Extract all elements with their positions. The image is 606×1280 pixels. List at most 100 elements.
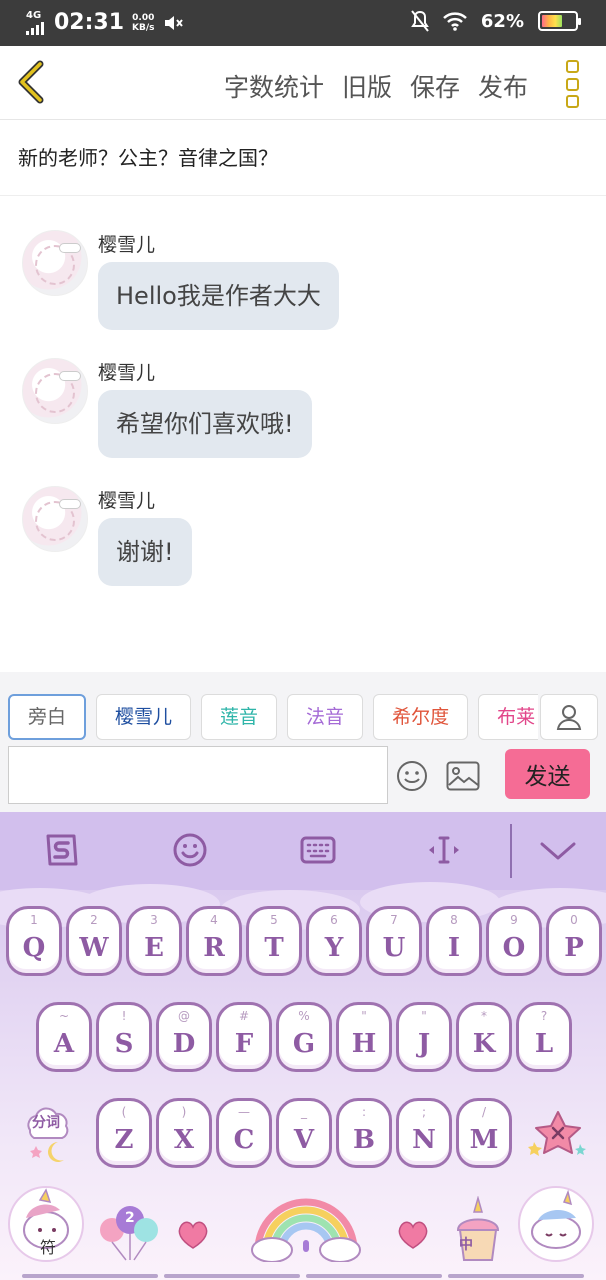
key-secondary-symbol: /: [481, 1105, 487, 1119]
key-letter: N: [412, 1125, 436, 1155]
emoji-icon[interactable]: [396, 760, 428, 792]
key-p[interactable]: 0P: [546, 906, 602, 976]
key-d[interactable]: @ D: [156, 1002, 212, 1072]
key-b[interactable]: :B: [336, 1098, 392, 1168]
role-tab-xierdu[interactable]: 希尔度: [373, 694, 469, 740]
key-letter: R: [203, 933, 225, 963]
key-letter: E: [144, 933, 164, 963]
key-letter: B: [353, 1125, 375, 1155]
language-switch-key[interactable]: 中: [452, 1195, 504, 1264]
key-c[interactable]: — C: [216, 1098, 272, 1168]
avatar[interactable]: [22, 486, 88, 552]
key-secondary-symbol: #: [238, 1009, 250, 1023]
chapter-title[interactable]: 新的老师？公主？音律之国？: [0, 121, 606, 196]
avatar[interactable]: [22, 358, 88, 424]
key-letter: S: [114, 1029, 134, 1059]
key-letter: G: [292, 1029, 316, 1059]
key-y[interactable]: 6Y: [306, 906, 362, 976]
key-secondary-symbol: ): [181, 1105, 187, 1119]
key-a[interactable]: ~ A: [36, 1002, 92, 1072]
keyboard-bottom-row: 符 2 中: [0, 1182, 606, 1280]
keyboard-icon[interactable]: [300, 832, 336, 868]
back-button[interactable]: [12, 58, 56, 106]
key-letter: X: [173, 1125, 195, 1155]
message-author: 樱雪儿: [98, 490, 156, 512]
key-v[interactable]: _ V: [276, 1098, 332, 1168]
split-word-button[interactable]: 分词: [22, 1102, 76, 1166]
send-button[interactable]: 发送: [505, 749, 590, 799]
key-secondary-symbol: ;: [421, 1105, 427, 1119]
sogou-logo-icon[interactable]: [44, 832, 80, 868]
key-o[interactable]: 9O: [486, 906, 542, 976]
save-button[interactable]: 保存: [410, 68, 460, 104]
role-tab-bulai[interactable]: 布莱: [478, 694, 538, 740]
cursor-move-icon[interactable]: [426, 832, 462, 868]
key-secondary-symbol: :: [361, 1105, 367, 1119]
role-tab-yingxueer[interactable]: 樱雪儿: [96, 694, 192, 740]
key-u[interactable]: 7U: [366, 906, 422, 976]
image-icon[interactable]: [446, 761, 480, 791]
heart-icon[interactable]: [396, 1220, 430, 1250]
key-secondary-symbol: *: [481, 1009, 487, 1023]
key-m[interactable]: / M: [456, 1098, 512, 1168]
key-letter: H: [351, 1029, 377, 1059]
manage-roles-button[interactable]: [540, 694, 598, 740]
key-s[interactable]: ! S: [96, 1002, 152, 1072]
key-j[interactable]: " J: [396, 1002, 452, 1072]
space-bar-rainbow[interactable]: [250, 1198, 362, 1262]
key-f[interactable]: # F: [216, 1002, 272, 1072]
message-bubble[interactable]: 希望你们喜欢哦!: [98, 390, 312, 458]
message-input[interactable]: [8, 746, 388, 804]
chat-message[interactable]: 樱雪儿 谢谢!: [22, 486, 582, 596]
split-word-label: 分词: [32, 1115, 60, 1131]
key-t[interactable]: 5T: [246, 906, 302, 976]
key-n[interactable]: ; N: [396, 1098, 452, 1168]
key-secondary-symbol: ": [361, 1009, 367, 1023]
key-secondary-symbol: ?: [540, 1009, 548, 1023]
key-letter: Q: [22, 933, 46, 963]
key-secondary-symbol: %: [298, 1009, 310, 1023]
role-tab-lianyin[interactable]: 莲音: [201, 694, 278, 740]
emoji-icon[interactable]: [172, 832, 208, 868]
more-dot-icon: [566, 95, 579, 108]
key-g[interactable]: % G: [276, 1002, 332, 1072]
key-letter: D: [172, 1029, 196, 1059]
key-z[interactable]: (Z: [96, 1098, 152, 1168]
message-bubble[interactable]: Hello我是作者大大: [98, 262, 339, 330]
key-w[interactable]: 2W: [66, 906, 122, 976]
key-letter: F: [234, 1029, 254, 1059]
role-tab-fayin[interactable]: 法音: [287, 694, 364, 740]
key-l[interactable]: ? L: [516, 1002, 572, 1072]
key-h[interactable]: " H: [336, 1002, 392, 1072]
backspace-button[interactable]: [528, 1108, 588, 1162]
symbol-label: 符: [40, 1238, 57, 1257]
enter-key[interactable]: [518, 1186, 594, 1262]
old-version-button[interactable]: 旧版: [342, 68, 392, 104]
avatar[interactable]: [22, 230, 88, 296]
key-secondary-symbol: 3: [150, 913, 158, 927]
chevron-down-icon[interactable]: [540, 832, 576, 868]
key-secondary-symbol: 2: [90, 913, 98, 927]
key-i[interactable]: 8I: [426, 906, 482, 976]
chat-message[interactable]: 樱雪儿 希望你们喜欢哦!: [22, 358, 582, 468]
word-count-button[interactable]: 字数统计: [224, 68, 324, 104]
more-menu-button[interactable]: [566, 60, 580, 108]
role-tab-narrator[interactable]: 旁白: [8, 694, 87, 740]
key-letter: K: [472, 1029, 496, 1059]
chat-message[interactable]: 樱雪儿 Hello我是作者大大: [22, 230, 582, 340]
key-q[interactable]: 1Q: [6, 906, 62, 976]
symbol-key[interactable]: 符: [8, 1186, 84, 1262]
number-key[interactable]: 2: [98, 1202, 164, 1262]
key-x[interactable]: ) X: [156, 1098, 212, 1168]
key-k[interactable]: * K: [456, 1002, 512, 1072]
key-letter: T: [264, 933, 284, 963]
key-letter: I: [447, 933, 461, 963]
key-secondary-symbol: !: [121, 1009, 127, 1023]
publish-button[interactable]: 发布: [478, 68, 528, 104]
key-r[interactable]: 4R: [186, 906, 242, 976]
message-bubble[interactable]: 谢谢!: [98, 518, 192, 586]
key-secondary-symbol: _: [301, 1105, 307, 1119]
key-e[interactable]: 3E: [126, 906, 182, 976]
heart-icon[interactable]: [176, 1220, 210, 1250]
keyboard: 1Q2W3E4R5T6Y7U8I9O0P ~ A! S @ D # F% G " H " J * K? L …: [0, 812, 606, 1280]
